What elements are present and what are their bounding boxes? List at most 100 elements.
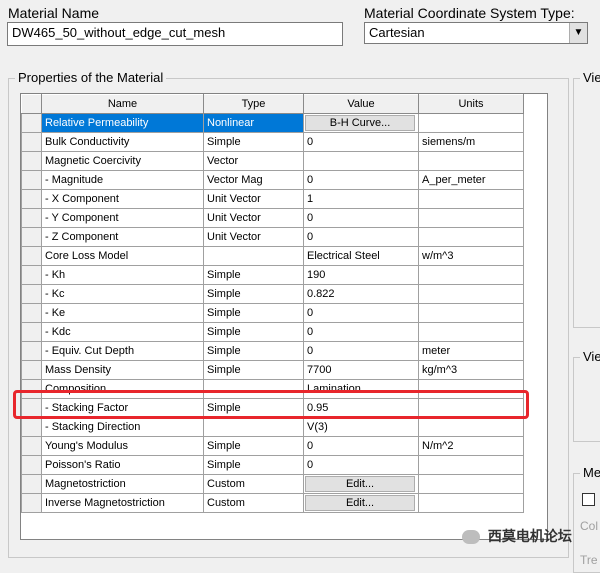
cell-value[interactable]: 190 (303, 265, 419, 285)
cell-units[interactable] (418, 227, 524, 247)
cell-name[interactable]: - Y Component (41, 208, 204, 228)
cell-units[interactable] (418, 455, 524, 475)
cell-units[interactable] (418, 474, 524, 494)
row-selector[interactable] (21, 341, 42, 361)
table-row[interactable]: Core Loss Model Electrical Steel w/m^3 (21, 246, 524, 266)
table-row[interactable]: - Kc Simple 0.822 (21, 284, 524, 304)
cell-name[interactable]: Poisson's Ratio (41, 455, 204, 475)
cell-units[interactable] (418, 151, 524, 171)
row-selector[interactable] (21, 151, 42, 171)
cell-value[interactable]: 0 (303, 341, 419, 361)
cell-type[interactable]: Simple (203, 341, 304, 361)
cell-value[interactable]: Electrical Steel (303, 246, 419, 266)
cell-units[interactable] (418, 113, 524, 133)
cell-value[interactable]: 0 (303, 170, 419, 190)
column-header-value[interactable]: Value (303, 94, 419, 114)
cell-type[interactable]: Vector (203, 151, 304, 171)
cell-type[interactable]: Unit Vector (203, 227, 304, 247)
properties-grid[interactable]: Name Type Value Units Relative Permeabil… (20, 93, 548, 540)
cell-value[interactable]: 0 (303, 303, 419, 323)
cell-name[interactable]: - Magnitude (41, 170, 204, 190)
row-selector[interactable] (21, 170, 42, 190)
cell-type[interactable]: Simple (203, 303, 304, 323)
cell-type[interactable]: Simple (203, 455, 304, 475)
table-row[interactable]: Magnetostriction Custom Edit... (21, 474, 524, 494)
cell-units[interactable]: N/m^2 (418, 436, 524, 456)
cell-value[interactable]: 0 (303, 322, 419, 342)
column-header-name[interactable]: Name (41, 94, 204, 114)
cell-name[interactable]: Bulk Conductivity (41, 132, 204, 152)
cell-name[interactable]: - X Component (41, 189, 204, 209)
material-name-input[interactable]: DW465_50_without_edge_cut_mesh (7, 22, 343, 46)
cell-value[interactable] (303, 151, 419, 171)
cell-name[interactable]: Magnetostriction (41, 474, 204, 494)
row-selector[interactable] (21, 322, 42, 342)
cell-type[interactable]: Simple (203, 322, 304, 342)
cell-units[interactable] (418, 265, 524, 285)
cell-value[interactable]: Edit... (303, 493, 419, 513)
row-selector[interactable] (21, 474, 42, 494)
cell-value[interactable]: Edit... (303, 474, 419, 494)
row-selector[interactable] (21, 303, 42, 323)
cell-units[interactable] (418, 208, 524, 228)
row-selector[interactable] (21, 493, 42, 513)
cell-type[interactable]: Custom (203, 474, 304, 494)
cell-units[interactable] (418, 189, 524, 209)
table-row[interactable]: - Kdc Simple 0 (21, 322, 524, 342)
cell-units[interactable] (418, 493, 524, 513)
table-row[interactable]: - Ke Simple 0 (21, 303, 524, 323)
cell-units[interactable]: siemens/m (418, 132, 524, 152)
row-selector[interactable] (21, 113, 42, 133)
cell-name[interactable]: - Ke (41, 303, 204, 323)
table-row[interactable]: - Stacking Direction V(3) (21, 417, 524, 437)
chevron-down-icon[interactable]: ▼ (569, 23, 587, 43)
cell-units[interactable] (418, 303, 524, 323)
cell-name[interactable]: Inverse Magnetostriction (41, 493, 204, 513)
cell-type[interactable] (203, 246, 304, 266)
row-selector[interactable] (21, 436, 42, 456)
cell-units[interactable]: w/m^3 (418, 246, 524, 266)
table-row[interactable]: Magnetic Coercivity Vector (21, 151, 524, 171)
cell-value[interactable]: B-H Curve... (303, 113, 419, 133)
row-selector[interactable] (21, 265, 42, 285)
cell-units[interactable]: A_per_meter (418, 170, 524, 190)
cell-type[interactable]: Simple (203, 360, 304, 380)
cell-type[interactable]: Unit Vector (203, 208, 304, 228)
row-selector[interactable] (21, 455, 42, 475)
cell-units[interactable] (418, 284, 524, 304)
cell-value[interactable]: 0 (303, 436, 419, 456)
cell-value[interactable]: 0 (303, 455, 419, 475)
table-row[interactable]: - Equiv. Cut Depth Simple 0 meter (21, 341, 524, 361)
cell-name[interactable]: - Kdc (41, 322, 204, 342)
cell-type[interactable]: Simple (203, 284, 304, 304)
cell-units[interactable] (418, 322, 524, 342)
table-row[interactable]: Poisson's Ratio Simple 0 (21, 455, 524, 475)
cell-name[interactable]: - Kc (41, 284, 204, 304)
table-row[interactable]: - X Component Unit Vector 1 (21, 189, 524, 209)
cell-value-button[interactable]: Edit... (305, 476, 415, 492)
cell-type[interactable]: Unit Vector (203, 189, 304, 209)
table-row[interactable]: - Kh Simple 190 (21, 265, 524, 285)
cell-name[interactable]: - Equiv. Cut Depth (41, 341, 204, 361)
cell-units[interactable]: kg/m^3 (418, 360, 524, 380)
cell-type[interactable]: Vector Mag (203, 170, 304, 190)
cell-type[interactable]: Nonlinear (203, 113, 304, 133)
cell-value[interactable]: 0.822 (303, 284, 419, 304)
cell-value[interactable]: 1 (303, 189, 419, 209)
row-selector[interactable] (21, 227, 42, 247)
cell-value[interactable]: 0 (303, 208, 419, 228)
row-selector[interactable] (21, 284, 42, 304)
cell-value[interactable]: 0 (303, 132, 419, 152)
cell-name[interactable]: Young's Modulus (41, 436, 204, 456)
table-row[interactable]: Relative Permeability Nonlinear B-H Curve.… (21, 113, 524, 133)
table-row[interactable]: - Y Component Unit Vector 0 (21, 208, 524, 228)
cell-type[interactable]: Simple (203, 265, 304, 285)
column-header-units[interactable]: Units (418, 94, 524, 114)
cell-name[interactable]: Mass Density (41, 360, 204, 380)
cell-name[interactable]: Core Loss Model (41, 246, 204, 266)
cell-type[interactable] (203, 417, 304, 437)
cell-name[interactable]: Magnetic Coercivity (41, 151, 204, 171)
row-selector[interactable] (21, 132, 42, 152)
cell-value-button[interactable]: Edit... (305, 495, 415, 511)
row-selector[interactable] (21, 246, 42, 266)
